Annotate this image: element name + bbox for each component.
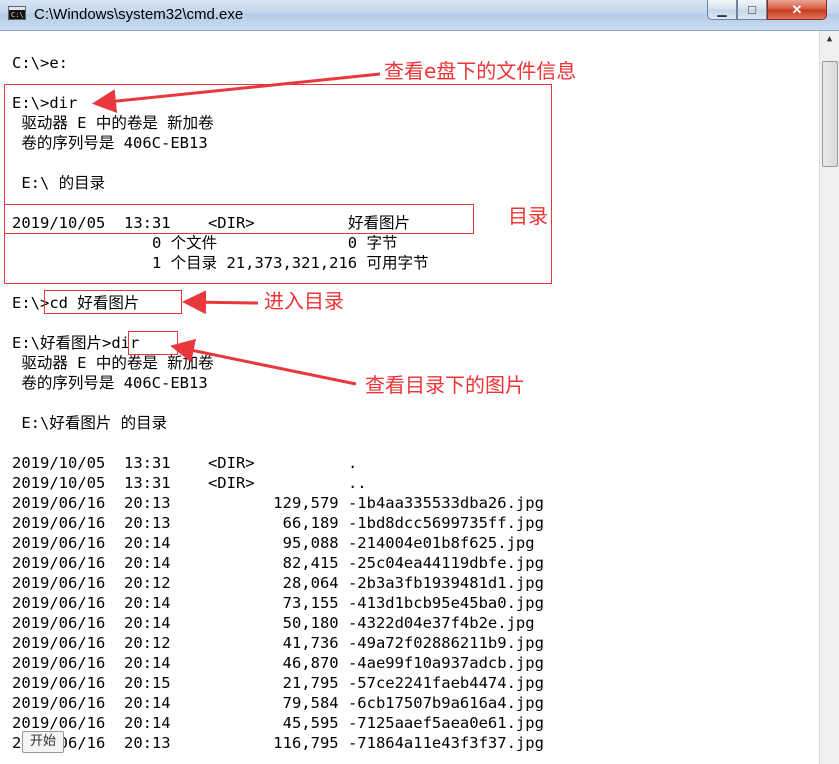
window-title: C:\Windows\system32\cmd.exe: [34, 6, 244, 23]
directory-highlight-box: [4, 204, 474, 234]
console-line: 2019/06/16 20:14 95,088 -214004e01b8f625…: [12, 534, 535, 552]
title-bar[interactable]: C:\ C:\Windows\system32\cmd.exe ▁ □ ✕: [0, 0, 839, 31]
console-line: 2019/10/05 13:31 <DIR> ..: [12, 474, 367, 492]
console-line: 驱动器 E 中的卷是 新加卷: [12, 354, 214, 372]
close-button[interactable]: ✕: [767, 0, 827, 20]
console-line: 2019/06/16 20:14 82,415 -25c04ea44119dbf…: [12, 554, 544, 572]
minimize-icon: ▁: [717, 3, 727, 17]
maximize-icon: □: [748, 2, 756, 17]
console-line: C:\>e:: [12, 54, 68, 72]
dir-command-highlight-box: [128, 331, 178, 355]
close-icon: ✕: [791, 2, 803, 17]
vertical-scrollbar[interactable]: ▲: [819, 31, 839, 764]
dir-output-highlight-box: [4, 84, 552, 284]
annotation-enter-directory: 进入目录: [264, 289, 344, 313]
console-line: 2019/06/16 20:13 129,579 -1b4aa335533dba…: [12, 494, 544, 512]
console-line: 2019/06/16 20:12 41,736 -49a72f02886211b…: [12, 634, 544, 652]
console-line: 2019/06/16 20:14 46,870 -4ae99f10a937adc…: [12, 654, 544, 672]
console-line: 卷的序列号是 406C-EB13: [12, 374, 208, 392]
console-line: E:\好看图片 的目录: [12, 414, 168, 432]
console-line: 2019/06/16 20:15 21,795 -57ce2241faeb447…: [12, 674, 544, 692]
console-line: 2019/06/16 20:14 73,155 -413d1bcb95e45ba…: [12, 594, 544, 612]
console-line: 2019/06/16 20:13 66,189 -1bd8dcc5699735f…: [12, 514, 544, 532]
cmd-app-icon[interactable]: C:\: [8, 6, 26, 20]
start-button[interactable]: 开始: [22, 731, 64, 753]
minimize-button[interactable]: ▁: [707, 0, 737, 20]
annotation-view-images: 查看目录下的图片: [365, 373, 525, 397]
console-line: 2019/06/16 20:12 28,064 -2b3a3fb1939481d…: [12, 574, 544, 592]
cd-command-highlight-box: [44, 290, 182, 314]
console-line: 2019/06/16 20:13 116,795 -71864a11e43f3f…: [12, 734, 544, 752]
scroll-up-icon[interactable]: ▲: [820, 31, 839, 48]
console-line: 2019/06/16 20:14 45,595 -7125aaef5aea0e6…: [12, 714, 544, 732]
console-line: 2019/06/16 20:14 50,180 -4322d04e37f4b2e…: [12, 614, 535, 632]
scrollbar-thumb[interactable]: [822, 61, 838, 167]
cmd-icon-text: C:\: [11, 11, 24, 19]
annotation-view-e-drive: 查看e盘下的文件信息: [384, 59, 577, 83]
annotation-directory: 目录: [508, 204, 548, 228]
console-line: 2019/06/16 20:14 79,584 -6cb17507b9a616a…: [12, 694, 544, 712]
maximize-button[interactable]: □: [737, 0, 767, 20]
console-line: E:\好看图片>dir: [12, 334, 140, 352]
console-line: 2019/10/05 13:31 <DIR> .: [12, 454, 358, 472]
